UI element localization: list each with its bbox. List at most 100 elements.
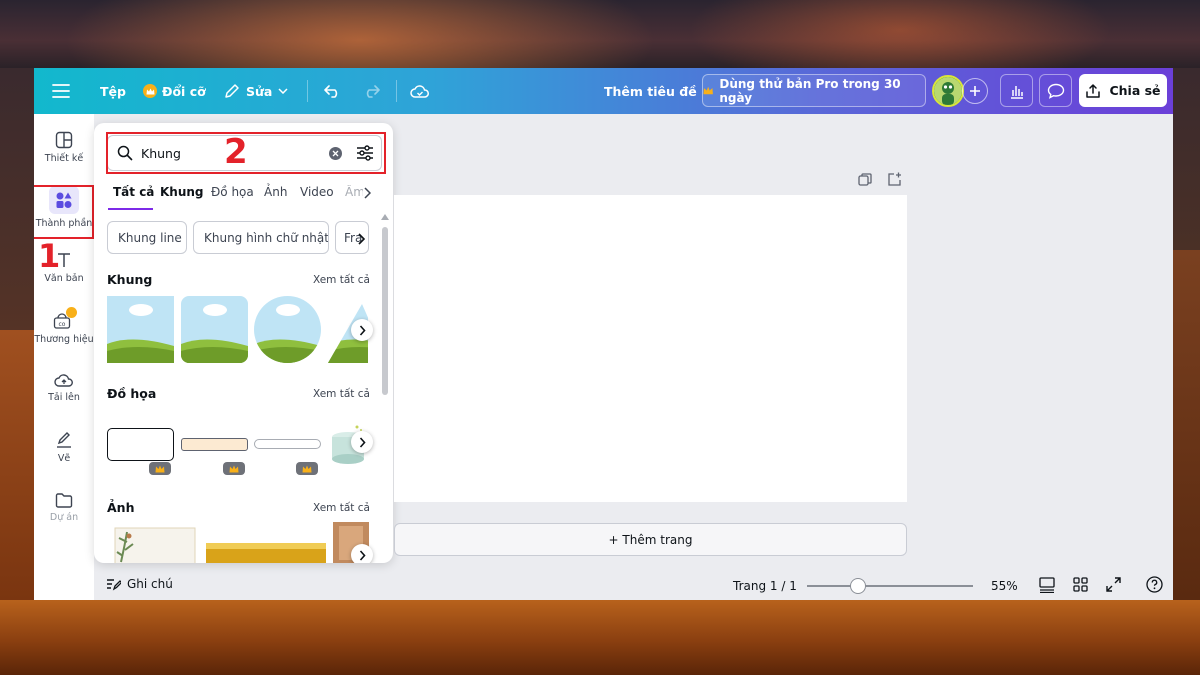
graphic-thumbnail[interactable] (254, 439, 321, 449)
suggestion-chip[interactable]: Khung line (107, 221, 187, 254)
section-title: Đồ họa (107, 386, 157, 401)
share-button[interactable]: Chia sẻ (1079, 74, 1167, 107)
see-all-link[interactable]: Xem tất cả (313, 388, 370, 400)
tab-photos[interactable]: Ảnh (264, 185, 287, 199)
page-view-icon[interactable] (1039, 577, 1055, 593)
background-desert (0, 330, 34, 600)
insights-button[interactable] (1000, 74, 1033, 107)
canva-editor-window: Tệp Đổi cỡ Sửa Thêm tiêu đề Dùng thử bản… (34, 68, 1173, 600)
pro-trial-button[interactable]: Dùng thử bản Pro trong 30 ngày (702, 74, 926, 107)
upload-cloud-icon (54, 373, 73, 387)
photo-thumbnail[interactable] (206, 543, 326, 563)
sidebar-item-brand[interactable]: co Thương hiệu (34, 298, 94, 356)
duplicate-page-icon[interactable] (858, 173, 872, 187)
toolbar-divider (396, 80, 397, 102)
notes-button[interactable]: Ghi chú (106, 577, 173, 591)
add-collaborator-button[interactable] (962, 78, 988, 104)
edit-menu-button[interactable]: Sửa (218, 68, 294, 114)
crown-icon (155, 465, 165, 472)
annotation-number: 2 (224, 132, 248, 172)
tab-frames[interactable]: Khung (160, 185, 204, 199)
panel-scrollbar[interactable] (382, 227, 388, 395)
photo-thumbnail[interactable] (107, 522, 199, 563)
background-desert (1173, 250, 1200, 600)
notes-label: Ghi chú (127, 577, 173, 591)
section-title: Khung (107, 272, 153, 287)
folder-icon (55, 492, 73, 508)
add-title-button[interactable]: Thêm tiêu đề (604, 68, 697, 114)
carousel-next-button[interactable] (351, 319, 373, 341)
graphic-thumbnail[interactable] (181, 438, 248, 451)
add-page-icon[interactable] (887, 172, 902, 187)
frame-thumbnail-circle[interactable] (254, 296, 321, 363)
carousel-next-button[interactable] (351, 544, 373, 563)
toolbar-divider (307, 80, 308, 102)
sidebar-item-label: Dự án (49, 511, 79, 523)
zoom-level[interactable]: 55% (991, 579, 1018, 593)
chevron-right-icon (359, 436, 366, 448)
bottom-bar: Ghi chú Trang 1 / 1 55% (94, 568, 1173, 600)
sidebar-item-draw[interactable]: Vẽ (34, 418, 94, 476)
pro-badge (223, 462, 245, 475)
layout-icon (55, 131, 73, 148)
annotation-number: 1 (38, 237, 61, 275)
undo-button[interactable] (324, 68, 342, 114)
crown-icon (229, 465, 239, 472)
background-desert (0, 600, 1200, 675)
draw-icon (57, 431, 71, 448)
comments-button[interactable] (1039, 74, 1072, 107)
scroll-up-arrow-icon[interactable] (381, 214, 389, 220)
background-sky (0, 68, 34, 330)
page-indicator[interactable]: Trang 1 / 1 (733, 579, 797, 593)
frame-thumbnail-square[interactable] (107, 296, 174, 363)
pro-badge (149, 462, 171, 475)
tab-audio[interactable]: Âm (345, 185, 363, 199)
save-status-button[interactable] (410, 68, 430, 114)
redo-button[interactable] (362, 68, 380, 114)
upload-icon (1086, 83, 1101, 98)
sidebar-item-label: Thương hiệu (34, 333, 94, 345)
graphic-thumbnail[interactable] (107, 428, 174, 461)
design-canvas-page[interactable] (394, 195, 907, 502)
resize-label: Đổi cỡ (162, 83, 206, 99)
menu-button[interactable] (52, 68, 70, 114)
sidebar-item-label: Thiết kế (44, 152, 84, 164)
add-page-button[interactable]: + Thêm trang (394, 523, 907, 556)
see-all-link[interactable]: Xem tất cả (313, 502, 370, 514)
help-icon[interactable] (1146, 576, 1163, 593)
bar-chart-icon (1010, 85, 1023, 99)
tab-graphics[interactable]: Đồ họa (211, 185, 254, 199)
chevron-right-icon (359, 324, 366, 336)
chevron-right-icon[interactable] (363, 187, 371, 199)
tab-all[interactable]: Tất cả (113, 185, 154, 199)
grid-view-icon[interactable] (1073, 577, 1088, 592)
hamburger-icon (52, 84, 70, 98)
background-sky (1173, 68, 1200, 250)
sidebar-item-label: Tải lên (48, 391, 80, 403)
active-tab-indicator (108, 208, 153, 210)
sidebar-item-uploads[interactable]: Tải lên (34, 358, 94, 416)
redo-icon (366, 85, 380, 98)
file-menu-button[interactable]: Tệp (94, 68, 132, 114)
resize-button[interactable]: Đổi cỡ (137, 68, 212, 114)
comment-icon (1047, 83, 1064, 99)
fullscreen-icon[interactable] (1106, 577, 1121, 592)
undo-icon (324, 85, 338, 98)
suggestion-chip[interactable]: Khung hình chữ nhật (193, 221, 329, 254)
sidebar-item-projects[interactable]: Dự án (34, 478, 94, 536)
sidebar-item-design[interactable]: Thiết kế (34, 118, 94, 176)
plus-icon (970, 86, 980, 96)
chevron-right-icon[interactable] (357, 233, 365, 245)
zoom-slider[interactable] (807, 585, 973, 587)
avatar[interactable] (932, 75, 964, 107)
frame-thumbnail-rounded[interactable] (181, 296, 248, 363)
carousel-next-button[interactable] (351, 431, 373, 453)
elements-panel: Khung 2 Tất cả Khung Đồ họa Ảnh Video Âm… (94, 123, 393, 563)
pro-trial-label: Dùng thử bản Pro trong 30 ngày (719, 76, 901, 105)
search-tabs: Tất cả Khung Đồ họa Ảnh Video Âm (107, 183, 387, 210)
zoom-slider-handle[interactable] (849, 578, 866, 594)
top-toolbar: Tệp Đổi cỡ Sửa Thêm tiêu đề Dùng thử bản… (34, 68, 1173, 114)
section-title: Ảnh (107, 500, 135, 515)
see-all-link[interactable]: Xem tất cả (313, 274, 370, 286)
tab-videos[interactable]: Video (300, 185, 334, 199)
